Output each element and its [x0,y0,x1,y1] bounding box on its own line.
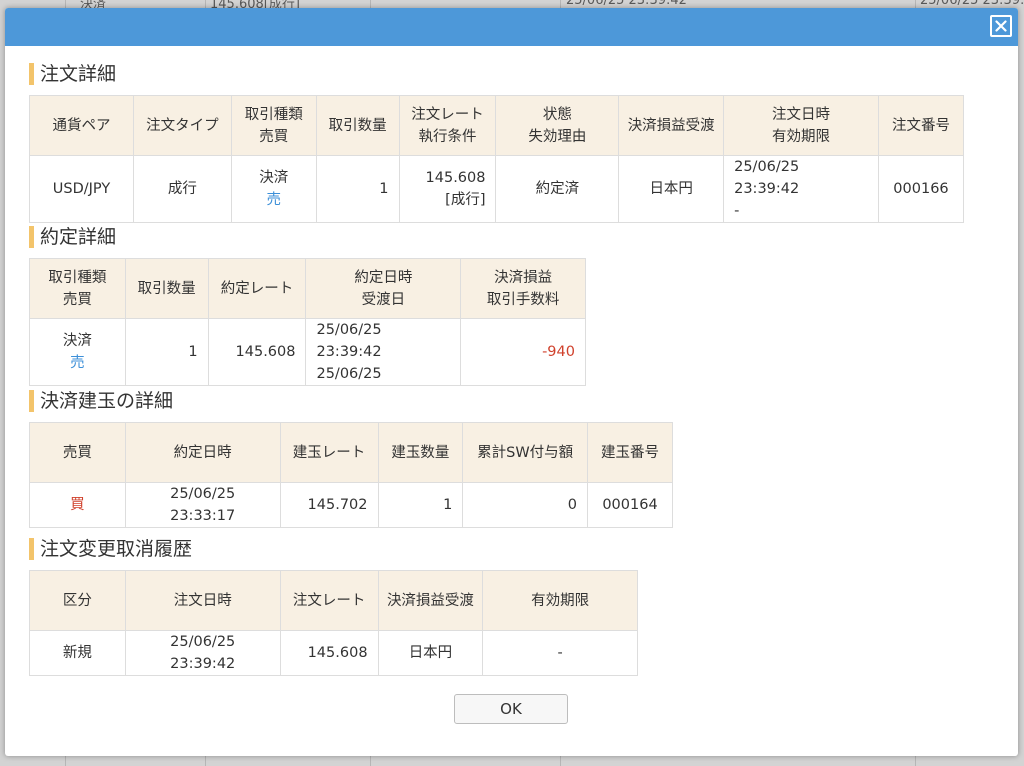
trade-type-cell: 決済売 [29,318,126,386]
history-order-datetime: 25/06/25 23:39:42 [124,630,281,676]
section-title-position-detail: 決済建玉の詳細 [29,388,173,414]
section-title-history: 注文変更取消履歴 [29,536,192,562]
col-header: 建玉レート [279,422,379,483]
col-header: 区分 [29,570,126,631]
col-header: 注文レート 執行条件 [398,95,497,156]
history-expiry: - [482,630,638,676]
table-header-row: 区分 注文日時 注文レート 決済損益受渡 有効期限 [29,570,638,631]
history-order-rate: 145.608 [279,630,379,676]
col-header: 取引種類 売買 [29,258,126,319]
col-header: 取引数量 [315,95,400,156]
col-header: 状態 失効理由 [495,95,620,156]
position-detail-table: 売買 約定日時 建玉レート 建玉数量 累計SW付与額 建玉番号 買 25/06/… [29,422,673,528]
table-header-row: 取引種類 売買 取引数量 約定レート 約定日時 受渡日 決済損益 取引手数料 [29,258,586,319]
col-header: 取引種類 売買 [230,95,317,156]
col-header: 取引数量 [124,258,209,319]
table-header-row: 通貨ペア 注文タイプ 取引種類 売買 取引数量 注文レート 執行条件 状態 失効理由 … [29,95,965,156]
execution-datetime-cell: 25/06/25 23:39:42 25/06/25 [305,318,462,386]
ok-button[interactable]: OK [454,694,568,724]
position-number: 000164 [587,482,673,528]
order-number: 000166 [877,155,965,223]
col-header: 注文日時 [124,570,281,631]
execution-rate: 145.608 [207,318,307,386]
side-sell: 売 [266,192,281,208]
col-header: 注文レート [279,570,379,631]
trade-type-cell: 決済売 [230,155,317,223]
order-type: 成行 [132,155,232,223]
table-row: 買 25/06/25 23:33:17 145.702 1 0 000164 [29,482,673,528]
history-kind: 新規 [29,630,126,676]
order-datetime-cell: 25/06/25 23:39:42- [723,155,879,223]
table-row: USD/JPY 成行 決済売 1 145.608 [成行] 約定済 日本円 25/… [29,155,965,223]
col-header: 建玉数量 [377,422,464,483]
pnl-value: -940 [460,318,586,386]
col-header: 注文番号 [877,95,965,156]
execution-datetime: 25/06/25 23:33:17 [124,482,281,528]
close-button[interactable] [990,15,1012,37]
col-header: 建玉番号 [587,422,673,483]
order-detail-table: 通貨ペア 注文タイプ 取引種類 売買 取引数量 注文レート 執行条件 状態 失効理由 … [29,95,965,223]
settlement: 日本円 [618,155,725,223]
modal-header [5,8,1018,46]
col-header: 累計SW付与額 [462,422,589,483]
col-header: 注文日時 有効期限 [723,95,879,156]
close-icon [995,20,1007,32]
col-header: 約定日時 [124,422,281,483]
table-row: 新規 25/06/25 23:39:42 145.608 日本円 - [29,630,638,676]
swap-amount: 0 [462,482,589,528]
position-rate: 145.702 [279,482,379,528]
col-header: 決済損益受渡 [377,570,484,631]
col-header: 約定日時 受渡日 [305,258,462,319]
quantity: 1 [315,155,400,223]
history-table: 区分 注文日時 注文レート 決済損益受渡 有効期限 新規 25/06/25 23… [29,570,638,676]
order-rate-cell: 145.608 [成行] [398,155,497,223]
col-header: 有効期限 [482,570,638,631]
currency-pair: USD/JPY [29,155,134,223]
order-detail-modal: 注文詳細 通貨ペア 注文タイプ 取引種類 売買 取引数量 注文レート 執行条件 状態… [5,8,1018,756]
col-header: 注文タイプ [132,95,232,156]
table-header-row: 売買 約定日時 建玉レート 建玉数量 累計SW付与額 建玉番号 [29,422,673,483]
col-header: 売買 [29,422,126,483]
execution-detail-table: 取引種類 売買 取引数量 約定レート 約定日時 受渡日 決済損益 取引手数料 決済売 … [29,258,586,386]
col-header: 通貨ペア [29,95,134,156]
history-settlement: 日本円 [377,630,484,676]
side-sell: 売 [70,355,85,371]
section-title-execution-detail: 約定詳細 [29,224,116,250]
table-row: 決済売 1 145.608 25/06/25 23:39:42 25/06/25 … [29,318,586,386]
quantity: 1 [124,318,209,386]
col-header: 決済損益受渡 [618,95,725,156]
position-quantity: 1 [377,482,464,528]
side-buy: 買 [29,482,126,528]
col-header: 約定レート [207,258,307,319]
status: 約定済 [495,155,620,223]
col-header: 決済損益 取引手数料 [460,258,586,319]
section-title-order-detail: 注文詳細 [29,61,116,87]
